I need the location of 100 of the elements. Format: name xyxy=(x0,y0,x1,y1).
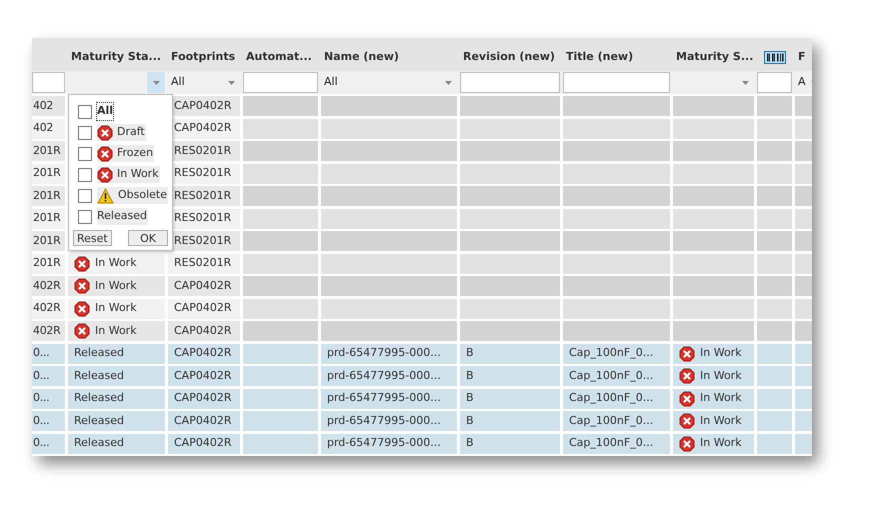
column-header[interactable]: Automat... xyxy=(246,49,312,66)
filter-field[interactable] xyxy=(757,72,792,93)
table-cell: In Work xyxy=(68,321,165,341)
table-cell: 0... xyxy=(32,388,65,408)
table-cell xyxy=(795,254,812,274)
table-cell xyxy=(795,434,812,454)
table-cell: RES0201R xyxy=(168,254,240,274)
table-cell xyxy=(795,186,812,206)
warning-icon xyxy=(97,188,114,204)
table-cell xyxy=(795,118,812,138)
table-cell: In Work xyxy=(673,434,754,454)
filter-dropdown[interactable]: All xyxy=(321,72,457,93)
table-cell xyxy=(795,231,812,251)
column-header[interactable]: Maturity S... xyxy=(676,49,754,66)
filter-field[interactable] xyxy=(460,72,560,93)
ok-button[interactable]: OK xyxy=(128,230,168,246)
checkbox[interactable] xyxy=(78,188,92,202)
table-cell: Released xyxy=(68,388,165,408)
checkbox[interactable] xyxy=(78,210,92,224)
error-icon xyxy=(74,278,90,294)
table-cell: Cap_100nF_0... xyxy=(563,366,670,386)
table-cell: CAP0402R xyxy=(168,388,240,408)
table-cell: B xyxy=(460,411,560,431)
table-cell: B xyxy=(460,388,560,408)
dropdown-arrow-icon xyxy=(152,80,160,84)
table-cell: prd-65477995-000... xyxy=(321,388,457,408)
error-icon xyxy=(97,124,113,140)
table-cell: 402 xyxy=(32,96,65,116)
error-icon xyxy=(74,256,90,272)
table-cell xyxy=(795,298,812,318)
table-cell: CAP0402R xyxy=(168,411,240,431)
table-cell: 0... xyxy=(32,366,65,386)
table-cell xyxy=(757,276,792,296)
table-cell: B xyxy=(460,366,560,386)
checkbox[interactable] xyxy=(78,104,92,118)
table-cell: CAP0402R xyxy=(168,276,240,296)
table-cell: Cap_100nF_0... xyxy=(563,344,670,364)
table-cell: 201R xyxy=(32,231,65,251)
table-cell xyxy=(795,96,812,116)
dropdown-arrow-icon xyxy=(228,80,234,84)
table-cell xyxy=(795,321,812,341)
table-cell xyxy=(757,321,792,341)
table-cell: 201R xyxy=(32,254,65,274)
error-icon xyxy=(679,413,695,429)
filter-field[interactable] xyxy=(32,72,65,93)
column-header[interactable]: Title (new) xyxy=(566,49,634,66)
table-cell xyxy=(795,276,812,296)
table-cell: CAP0402R xyxy=(168,298,240,318)
table-cell xyxy=(757,231,792,251)
table-cell: 201R xyxy=(32,208,65,228)
reset-button[interactable]: Reset xyxy=(73,230,112,246)
checkbox[interactable] xyxy=(78,168,92,182)
filter-field[interactable] xyxy=(243,72,318,93)
table-cell: CAP0402R xyxy=(168,321,240,341)
option-label[interactable]: Released xyxy=(97,208,147,225)
table-cell: prd-65477995-000... xyxy=(321,344,457,364)
column-header[interactable]: Maturity Sta... xyxy=(71,49,162,66)
table-cell: CAP0402R xyxy=(168,344,240,364)
table-cell: Cap_100nF_0... xyxy=(563,388,670,408)
error-icon xyxy=(679,368,695,384)
error-icon xyxy=(679,390,695,406)
column-header[interactable]: Revision (new) xyxy=(463,49,555,66)
column-header[interactable]: Footprints xyxy=(171,49,236,66)
error-icon xyxy=(679,436,695,452)
error-icon xyxy=(97,166,113,182)
table-cell: Released xyxy=(68,344,165,364)
table-cell: In Work xyxy=(673,388,754,408)
dropdown-arrow-icon xyxy=(444,80,452,84)
error-icon xyxy=(74,300,90,316)
table-cell xyxy=(757,366,792,386)
table-cell: prd-65477995-000... xyxy=(321,434,457,454)
table-cell: 201R xyxy=(32,164,65,184)
table-cell: In Work xyxy=(673,344,754,364)
checkbox[interactable] xyxy=(78,126,92,140)
table-cell: prd-65477995-000... xyxy=(321,366,457,386)
filter-dropdown[interactable]: All xyxy=(168,72,240,93)
checkbox[interactable] xyxy=(78,146,92,160)
table-cell xyxy=(757,164,792,184)
filter-field[interactable] xyxy=(563,72,670,93)
table-cell: 402R xyxy=(32,276,65,296)
table-cell xyxy=(757,118,792,138)
column-header[interactable]: Name (new) xyxy=(324,49,399,66)
table-cell: 0... xyxy=(32,344,65,364)
table-cell xyxy=(795,141,812,161)
column-header[interactable]: F xyxy=(798,49,806,66)
table-cell xyxy=(757,208,792,228)
table-cell: In Work xyxy=(673,366,754,386)
table-cell: CAP0402R xyxy=(168,366,240,386)
table-cell: Released xyxy=(68,434,165,454)
dropdown-arrow-icon xyxy=(742,80,748,84)
option-label[interactable]: All xyxy=(97,103,114,120)
filter-dropdown[interactable]: A xyxy=(795,72,812,93)
table-cell: CAP0402R xyxy=(168,434,240,454)
table-cell: B xyxy=(460,344,560,364)
table-cell: In Work xyxy=(68,254,165,274)
table-cell: 201R xyxy=(32,186,65,206)
table-cell xyxy=(757,298,792,318)
table-cell: 402 xyxy=(32,118,65,138)
table-cell xyxy=(757,344,792,364)
table-cell xyxy=(795,411,812,431)
